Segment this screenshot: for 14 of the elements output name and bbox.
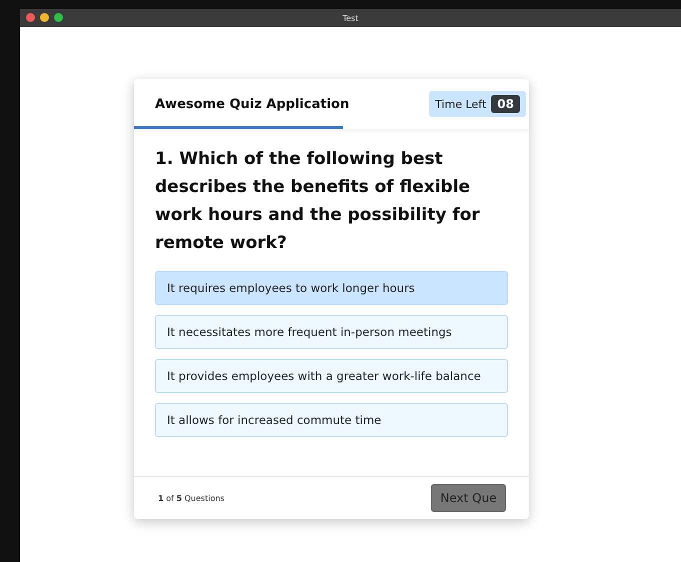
answer-option[interactable]: It requires employees to work longer hours: [155, 271, 508, 305]
minimize-icon[interactable]: [40, 13, 49, 22]
window-title: Test: [342, 14, 358, 22]
question-counter: 1 of 5 Questions: [158, 494, 224, 502]
answer-option[interactable]: It provides employees with a greater work-life balance: [155, 359, 508, 393]
maximize-icon[interactable]: [54, 13, 63, 22]
timer-label: Time Left: [435, 98, 486, 110]
timer-value: 08: [491, 95, 520, 113]
answer-option[interactable]: It necessitates more frequent in-person meetings: [155, 315, 508, 349]
question-text: 1. Which of the following best describes the benefits of flexible work hours and the possibility for remote work?: [155, 148, 481, 255]
next-button[interactable]: Next Que: [431, 484, 506, 512]
quiz-title: Awesome Quiz Application: [155, 96, 350, 112]
close-icon[interactable]: [26, 13, 35, 22]
answer-option[interactable]: It allows for increased commute time: [155, 403, 508, 437]
